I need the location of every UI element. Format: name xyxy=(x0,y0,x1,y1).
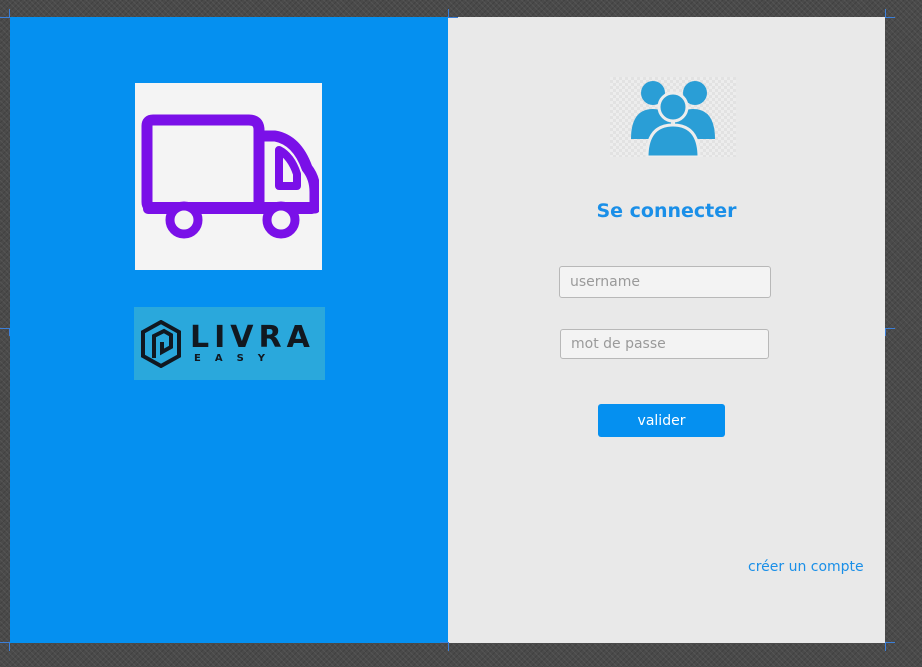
users-group-icon xyxy=(631,81,715,157)
resize-handle-top-middle-h[interactable] xyxy=(448,17,458,18)
resize-handle-middle-right[interactable] xyxy=(885,328,895,329)
resize-handle-bottom-right-h[interactable] xyxy=(885,642,895,643)
hexagon-logo-icon xyxy=(141,319,181,368)
resize-handle-middle-right-v[interactable] xyxy=(885,328,886,336)
login-panel: Se connecter valider créer un compte xyxy=(448,17,885,643)
password-input[interactable] xyxy=(560,329,769,359)
brand-logo: LIVRA EASY xyxy=(134,307,325,380)
create-account-link[interactable]: créer un compte xyxy=(748,559,864,575)
brand-name: LIVRA xyxy=(190,319,315,355)
submit-button[interactable]: valider xyxy=(598,404,725,437)
brand-panel: LIVRA EASY xyxy=(10,17,448,643)
username-input[interactable] xyxy=(559,266,771,298)
login-title: Se connecter xyxy=(596,200,737,222)
users-avatar xyxy=(610,77,736,157)
resize-handle-bottom-middle[interactable] xyxy=(448,642,449,651)
brand-wordmark: LIVRA EASY xyxy=(190,319,315,365)
resize-handle-bottom-middle-h[interactable] xyxy=(440,642,449,643)
resize-handle-top-left-h[interactable] xyxy=(0,17,10,18)
resize-handle-top-right-h[interactable] xyxy=(885,17,895,18)
login-window: LIVRA EASY Se connecter valider créer un… xyxy=(10,17,885,643)
brand-tagline: EASY xyxy=(194,352,280,364)
resize-handle-bottom-left-v[interactable] xyxy=(9,642,10,651)
resize-handle-middle-left-v[interactable] xyxy=(9,328,10,336)
truck-icon xyxy=(141,114,319,238)
truck-logo xyxy=(135,83,322,270)
resize-handle-bottom-right[interactable] xyxy=(885,642,886,651)
